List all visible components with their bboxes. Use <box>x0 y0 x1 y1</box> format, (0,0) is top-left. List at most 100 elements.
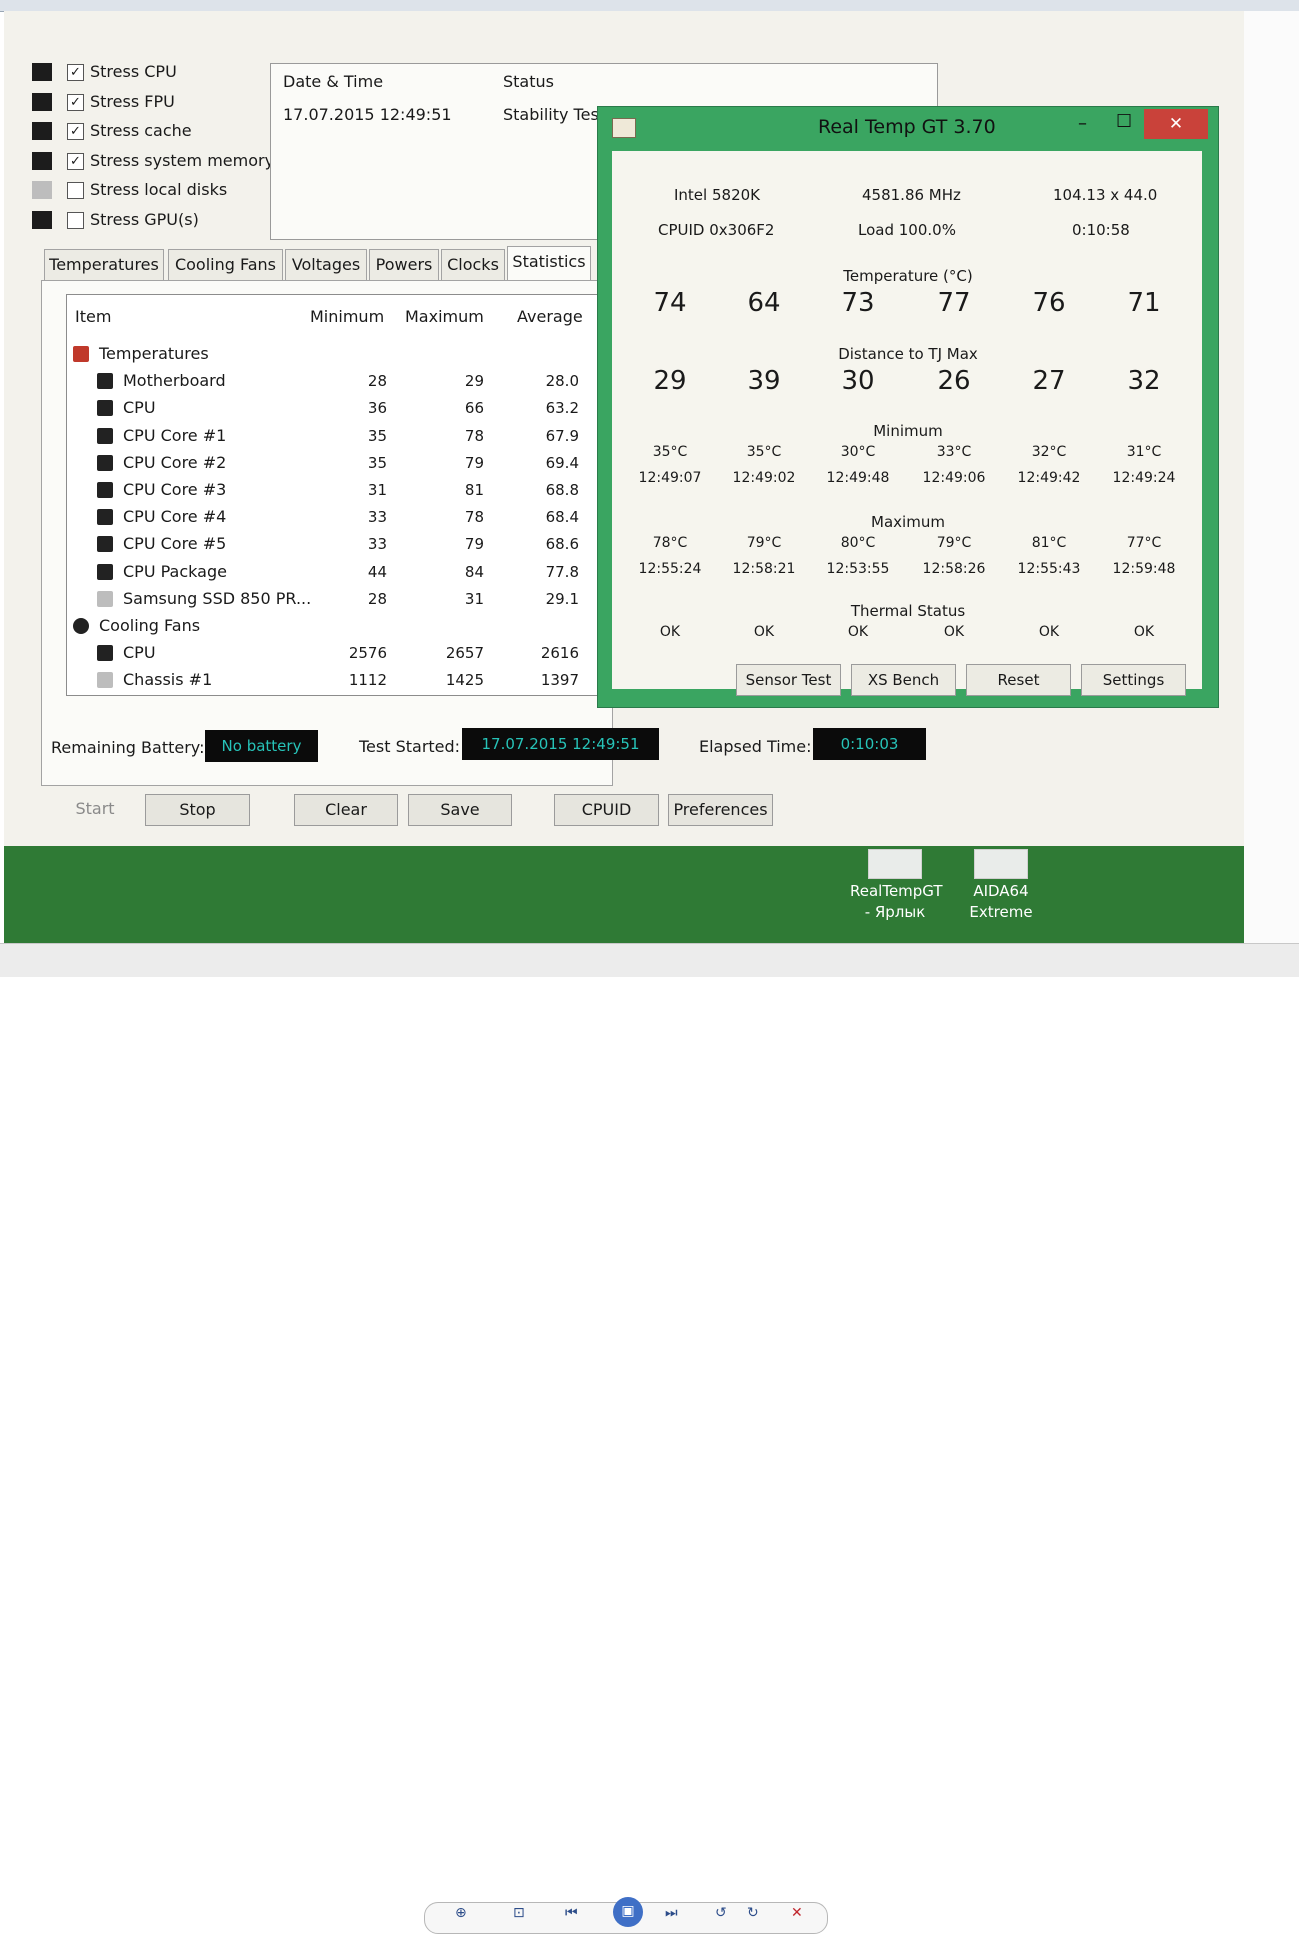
col-status: Status <box>503 72 554 91</box>
row-average: 1397 <box>540 671 579 690</box>
tab-temperatures[interactable]: Temperatures <box>44 249 164 283</box>
tab-powers[interactable]: Powers <box>369 249 439 283</box>
start-button[interactable]: Start <box>60 794 130 824</box>
realtempgt-shortcut[interactable]: RealTempGT - Ярлык <box>850 849 943 923</box>
slideshow-icon[interactable]: ▣ <box>613 1897 643 1927</box>
core-max-temp-6: 77°C <box>1126 535 1162 551</box>
realtemp-shortcut-icon <box>868 849 922 879</box>
table-row[interactable]: CPU Core #4 33 78 68.4 <box>67 504 612 531</box>
realtemp-titlebar[interactable]: Real Temp GT 3.70 – ☐ ✕ <box>598 107 1218 145</box>
table-row[interactable]: CPU 36 66 63.2 <box>67 395 612 422</box>
sensor-test-button[interactable]: Sensor Test <box>736 664 841 696</box>
checkbox[interactable]: ✓ <box>67 123 84 140</box>
reset-button[interactable]: Reset <box>966 664 1071 696</box>
table-row[interactable]: Chassis #1 1112 1425 1397 <box>67 667 612 694</box>
motherboard-icon <box>97 373 113 390</box>
delete-icon[interactable]: ✕ <box>791 1905 803 1921</box>
fit-icon[interactable]: ⊡ <box>513 1905 525 1921</box>
battery-display: No battery <box>205 730 318 762</box>
checkbox[interactable]: ✓ <box>67 152 84 170</box>
checkbox[interactable] <box>67 211 84 229</box>
header-maximum[interactable]: Maximum <box>405 307 484 326</box>
row-name: CPU Core #2 <box>123 452 227 472</box>
table-row[interactable]: CPU Core #2 35 79 69.4 <box>67 450 612 477</box>
table-row[interactable]: Temperatures <box>67 341 612 368</box>
clear-button[interactable]: Clear <box>294 794 398 826</box>
header-minimum[interactable]: Minimum <box>310 307 384 326</box>
table-row[interactable]: CPU Core #1 35 78 67.9 <box>67 423 612 450</box>
row-maximum: 1425 <box>445 671 484 690</box>
row-maximum: 29 <box>464 372 484 391</box>
zoom-icon[interactable]: ⊕ <box>455 1905 467 1921</box>
ssd-icon <box>97 590 113 607</box>
minimize-button[interactable]: – <box>1078 113 1087 134</box>
preferences-button[interactable]: Preferences <box>668 794 773 826</box>
table-row[interactable]: CPU 2576 2657 2616 <box>67 640 612 667</box>
cpu-chip-icon <box>97 454 113 471</box>
stress-option-5[interactable]: Stress GPU(s) <box>32 209 272 235</box>
viewer-toolbar: ⊕ ⊡ ⏮ ▣ ⏭ ↺ ↻ ✕ <box>424 1897 828 1934</box>
core-min-time-1: 12:49:07 <box>638 470 702 486</box>
checkbox[interactable]: ✓ <box>67 64 84 81</box>
stress-option-4[interactable]: Stress local disks <box>32 179 272 205</box>
next-icon[interactable]: ⏭ <box>665 1905 678 1921</box>
row-name: CPU Package <box>123 561 227 581</box>
row-minimum: 31 <box>367 481 387 499</box>
save-button[interactable]: Save <box>408 794 512 826</box>
thermometer-icon <box>73 346 89 362</box>
header-average[interactable]: Average <box>517 307 583 326</box>
stress-option-label: Stress GPU(s) <box>90 209 199 229</box>
table-row[interactable]: CPU Core #3 31 81 68.8 <box>67 477 612 504</box>
core-distance-3: 30 <box>841 366 875 396</box>
core-min-time-4: 12:49:06 <box>922 470 986 486</box>
previous-icon[interactable]: ⏮ <box>565 1905 578 1921</box>
settings-button[interactable]: Settings <box>1081 664 1186 696</box>
core-min-time-3: 12:49:48 <box>826 470 890 486</box>
tab-statistics[interactable]: Statistics <box>507 246 591 283</box>
core-thermal-status-2: OK <box>753 624 775 640</box>
rotate-right-icon[interactable]: ↻ <box>747 1905 759 1921</box>
tab-voltages[interactable]: Voltages <box>285 249 367 283</box>
row-average: 28.0 <box>545 372 579 391</box>
row-maximum: 84 <box>464 562 484 581</box>
maximize-button[interactable]: ☐ <box>1116 111 1132 132</box>
cpu-chip-icon <box>97 563 113 580</box>
test-started-display: 17.07.2015 12:49:51 <box>462 728 659 760</box>
tab-cooling-fans[interactable]: Cooling Fans <box>168 249 283 283</box>
table-row[interactable]: Motherboard 28 29 28.0 <box>67 368 612 395</box>
aida64-shortcut[interactable]: AIDA64 Extreme <box>956 849 1046 923</box>
stress-option-2[interactable]: ✓ Stress cache <box>32 120 272 146</box>
core-thermal-status-3: OK <box>847 624 869 640</box>
statistics-table[interactable]: Item Minimum Maximum Average Temperature… <box>66 294 613 696</box>
row-minimum: 36 <box>367 399 387 418</box>
table-row[interactable]: Samsung SSD 850 PR... 28 31 29.1 <box>67 586 612 613</box>
tab-clocks[interactable]: Clocks <box>441 249 505 283</box>
row-name: CPU Core #4 <box>123 507 227 527</box>
table-row[interactable]: CPU Core #5 33 79 68.6 <box>67 531 612 558</box>
cpu-multiplier: 104.13 x 44.0 <box>1053 186 1158 204</box>
core-temp-5: 76 <box>1032 288 1066 318</box>
stress-option-0[interactable]: ✓ Stress CPU <box>32 61 272 87</box>
rotate-left-icon[interactable]: ↺ <box>715 1905 727 1921</box>
table-row[interactable]: CPU Package 44 84 77.8 <box>67 559 612 586</box>
core-max-time-6: 12:59:48 <box>1112 561 1176 577</box>
stop-button[interactable]: Stop <box>145 794 250 826</box>
chassis-icon <box>97 672 113 689</box>
desktop-right-edge <box>1244 11 1299 943</box>
checkbox[interactable] <box>67 182 84 199</box>
close-button[interactable]: ✕ <box>1144 109 1208 139</box>
core-temp-3: 73 <box>841 288 875 318</box>
maximum-heading: Maximum <box>871 513 945 531</box>
cpuid-button[interactable]: CPUID <box>554 794 659 826</box>
table-row[interactable]: Cooling Fans <box>67 613 612 640</box>
checkbox[interactable]: ✓ <box>67 93 84 111</box>
header-item[interactable]: Item <box>75 307 111 326</box>
realtemp-window: Real Temp GT 3.70 – ☐ ✕ Intel 5820K 4581… <box>597 106 1219 708</box>
stress-option-1[interactable]: ✓ Stress FPU <box>32 91 272 117</box>
aida64-shortcut-label: AIDA64 <box>973 882 1029 900</box>
cpu-chip-icon <box>97 645 113 662</box>
status-text-value: Stability Test <box>503 105 606 124</box>
xs-bench-button[interactable]: XS Bench <box>851 664 956 696</box>
stress-option-3[interactable]: ✓ Stress system memory <box>32 150 274 176</box>
fan-icon <box>73 618 89 634</box>
